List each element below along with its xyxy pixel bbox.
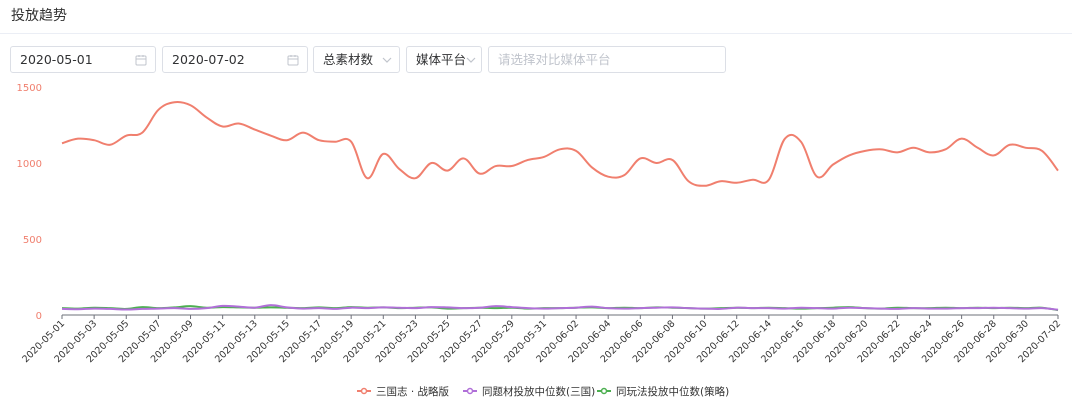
legend-marker-2 [466,387,474,395]
calendar-icon [135,55,147,66]
y-tick-label: 500 [23,235,42,246]
calendar-icon [287,55,299,66]
start-date-value: 2020-05-01 [20,52,93,67]
trend-chart: 0500100015002020-05-012020-05-032020-05-… [17,83,1064,398]
legend-label-3: 同玩法投放中位数(策略) [616,385,729,398]
y-tick-label: 1000 [17,159,42,170]
chevron-down-icon [466,57,476,63]
compare-platform-placeholder: 请选择对比媒体平台 [498,52,611,67]
legend-marker-1 [360,387,368,395]
legend-label-2: 同题材投放中位数(三国) [482,385,595,398]
end-date-value: 2020-07-02 [172,52,245,67]
platform-select-value: 媒体平台 [416,52,467,67]
series-line-1 [61,100,1059,187]
legend-marker-3 [600,387,608,395]
metric-select-value: 总素材数 [323,52,374,67]
page-title: 投放趋势 [11,8,67,24]
header-divider [0,33,1072,34]
platform-select[interactable]: 媒体平台 [406,46,482,73]
series-line-2 [61,304,1059,311]
y-tick-label: 0 [36,311,42,322]
metric-select[interactable]: 总素材数 [313,46,400,73]
legend-label-1: 三国志 · 战略版 [376,385,450,398]
chevron-down-icon [382,57,392,63]
end-date-picker[interactable]: 2020-07-02 [162,46,308,73]
y-tick-label: 1500 [17,83,42,94]
compare-platform-select[interactable]: 请选择对比媒体平台 [488,46,726,73]
start-date-picker[interactable]: 2020-05-01 [10,46,156,73]
